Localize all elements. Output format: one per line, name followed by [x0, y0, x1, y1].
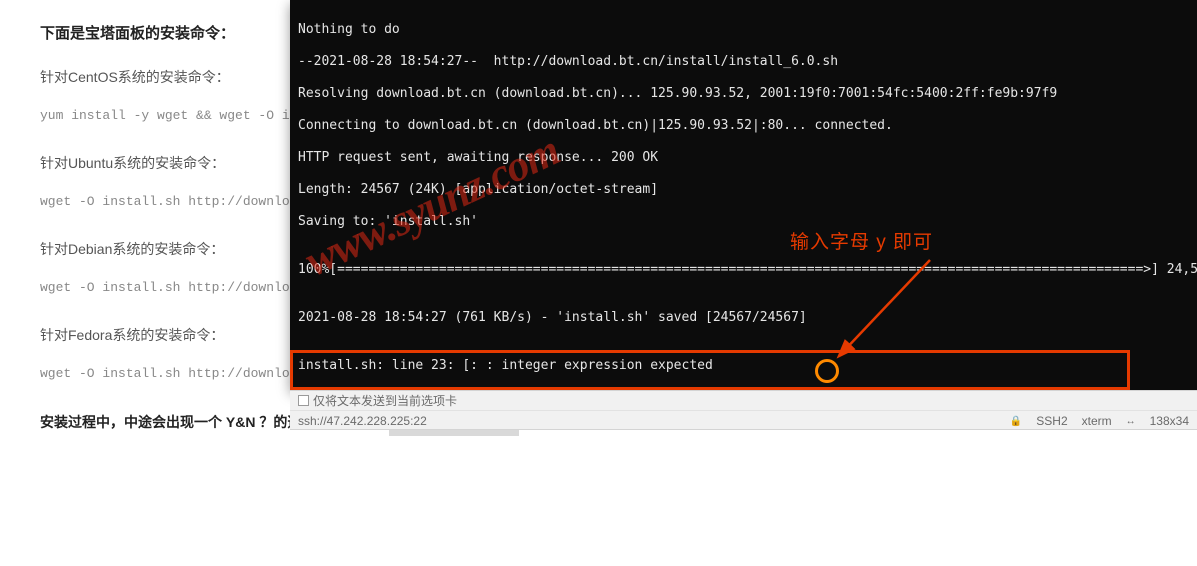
- statusbar-row-info: ssh://47.242.228.225:22 🔒 SSH2 xterm ↔ 1…: [290, 411, 1197, 431]
- ssh-address: ssh://47.242.228.225:22: [298, 414, 427, 428]
- terminal-line: Nothing to do: [298, 22, 1189, 38]
- terminal-statusbar: 仅将文本发送到当前选项卡 ssh://47.242.228.225:22 🔒 S…: [290, 390, 1197, 430]
- protocol-label: SSH2: [1036, 414, 1067, 428]
- terminal-window[interactable]: Nothing to do --2021-08-28 18:54:27-- ht…: [290, 0, 1197, 390]
- term-type-label: xterm: [1082, 414, 1112, 428]
- statusbar-row-options: 仅将文本发送到当前选项卡: [290, 391, 1197, 411]
- terminal-line: --2021-08-28 18:54:27-- http://download.…: [298, 54, 1189, 70]
- lock-icon: 🔒: [1010, 416, 1022, 427]
- terminal-line: 100%[===================================…: [298, 262, 1189, 278]
- terminal-line: Resolving download.bt.cn (download.bt.cn…: [298, 86, 1189, 102]
- resize-icon: ↔: [1126, 416, 1136, 427]
- dimensions-label: 138x34: [1150, 414, 1189, 428]
- terminal-line: install.sh: line 23: [: : integer expres…: [298, 358, 1189, 374]
- terminal-line: Length: 24567 (24K) [application/octet-s…: [298, 182, 1189, 198]
- terminal-line: Saving to: 'install.sh': [298, 214, 1189, 230]
- terminal-line: Connecting to download.bt.cn (download.b…: [298, 118, 1189, 134]
- terminal-line: 2021-08-28 18:54:27 (761 KB/s) - 'instal…: [298, 310, 1189, 326]
- send-to-tab-label: 仅将文本发送到当前选项卡: [313, 392, 457, 409]
- send-to-tab-checkbox[interactable]: [298, 395, 309, 406]
- terminal-line: HTTP request sent, awaiting response... …: [298, 150, 1189, 166]
